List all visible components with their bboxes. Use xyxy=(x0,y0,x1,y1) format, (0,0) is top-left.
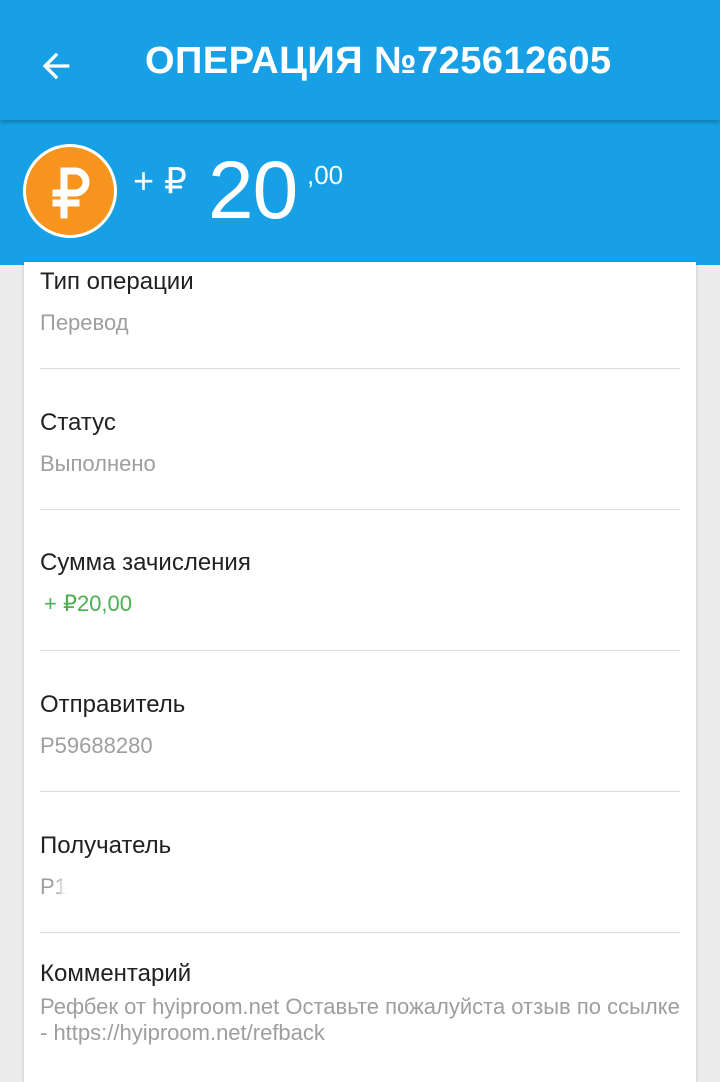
status-value: Выполнено xyxy=(40,451,156,476)
type-value: Перевод xyxy=(40,310,129,335)
amount-header: + ₽ 20 ,00 xyxy=(0,120,720,265)
amount-decimals: ,00 xyxy=(307,160,344,190)
comment-value: Рефбек от hyiproom.net Оставьте пожалуйс… xyxy=(40,994,680,1045)
ruble-coin-icon xyxy=(23,144,117,238)
credit-amount-value: + ₽20,00 xyxy=(44,591,133,616)
divider xyxy=(40,509,680,510)
amount-integer: 20 xyxy=(208,145,298,236)
recipient-value: P1 xyxy=(40,874,190,904)
details-card: Тип операции Перевод Статус Выполнено Су… xyxy=(24,262,696,1082)
sender-value: P59688280 xyxy=(40,733,153,758)
back-button[interactable] xyxy=(24,36,88,96)
app-bar: ОПЕРАЦИЯ №725612605 xyxy=(0,0,720,120)
credit-amount-label: Сумма зачисления xyxy=(40,549,251,576)
comment-label: Комментарий xyxy=(40,960,192,987)
page-title: ОПЕРАЦИЯ №725612605 xyxy=(145,40,612,82)
recipient-label: Получатель xyxy=(40,832,172,859)
redaction-blur xyxy=(60,878,175,900)
divider xyxy=(40,650,680,651)
sender-label: Отправитель xyxy=(40,691,186,718)
divider xyxy=(40,791,680,792)
arrow-back-icon xyxy=(42,52,70,80)
amount-sign: + ₽ xyxy=(133,160,187,201)
divider xyxy=(40,368,680,369)
type-label: Тип операции xyxy=(40,268,194,295)
status-label: Статус xyxy=(40,409,116,436)
divider xyxy=(40,932,680,933)
